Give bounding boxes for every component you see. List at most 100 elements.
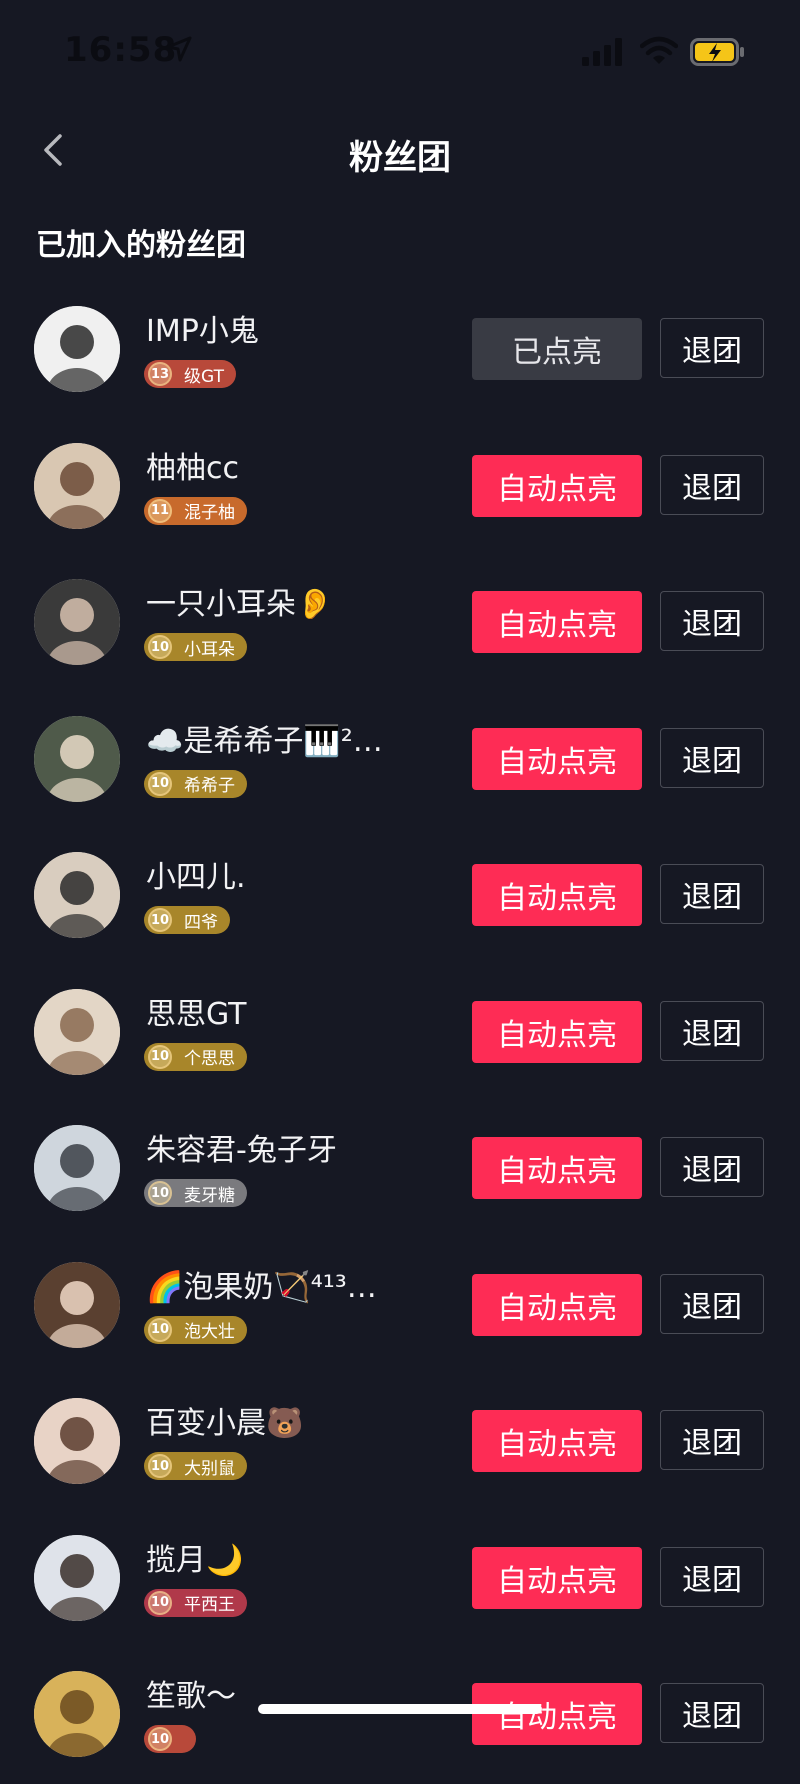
fan-badge-name: 四爷 xyxy=(184,912,218,933)
auto-light-button[interactable]: 自动点亮 xyxy=(472,591,642,653)
avatar[interactable] xyxy=(34,1261,120,1348)
fan-badge: 11 混子柚 xyxy=(144,496,247,525)
wifi-icon xyxy=(640,36,678,64)
fan-club-name: 笙歌～ xyxy=(146,1679,236,1714)
fan-badge-name: 小耳朵 xyxy=(184,639,235,660)
fan-club-name: 揽月🌙 xyxy=(146,1542,244,1578)
fan-badge: 13 级GT xyxy=(144,360,236,388)
fan-badge-name: 个思思 xyxy=(184,1049,235,1069)
fan-club-row[interactable]: 一只小耳朵👂 10 小耳朵 自动点亮 退团 xyxy=(0,555,800,692)
auto-light-button[interactable]: 自动点亮 xyxy=(472,1000,642,1063)
auto-light-button[interactable]: 自动点亮 xyxy=(472,1137,642,1199)
fan-badge: 10 大别鼠 xyxy=(144,1452,247,1480)
fan-badge-name: 希希子 xyxy=(184,776,235,796)
avatar[interactable] xyxy=(34,852,120,938)
section-title: 已加入的粉丝团 xyxy=(36,228,246,263)
quit-club-button[interactable]: 退团 xyxy=(660,1683,764,1743)
fan-club-row[interactable]: 笙歌～ 10 自动点亮 退团 xyxy=(0,1647,800,1784)
status-bar: 16:58 xyxy=(0,0,800,100)
fan-level-number: 10 xyxy=(150,1458,170,1474)
nav-bar: 粉丝团 xyxy=(0,110,800,190)
quit-club-button[interactable]: 退团 xyxy=(660,591,764,651)
fan-badge-name: 泡大壮 xyxy=(184,1322,235,1342)
fan-level-number: 10 xyxy=(150,776,170,791)
fan-club-name: 柚柚cc xyxy=(146,450,239,486)
fan-badge-name: 大别鼠 xyxy=(184,1458,235,1479)
fan-level-number: 11 xyxy=(150,503,170,518)
avatar[interactable] xyxy=(34,988,120,1075)
auto-light-button[interactable]: 自动点亮 xyxy=(472,1273,642,1336)
fan-level-heart-icon: 10 xyxy=(148,635,172,659)
fan-badge: 10 泡大壮 xyxy=(144,1315,247,1344)
fan-level-number: 10 xyxy=(150,1049,170,1064)
fan-level-number: 10 xyxy=(150,1322,170,1337)
home-indicator xyxy=(258,1704,542,1714)
avatar[interactable] xyxy=(34,1534,120,1621)
lit-button[interactable]: 已点亮 xyxy=(472,318,642,380)
quit-club-button[interactable]: 退团 xyxy=(660,454,764,515)
quit-club-button[interactable]: 退团 xyxy=(660,727,764,788)
fan-club-name: 一只小耳朵👂 xyxy=(146,587,334,622)
quit-club-button[interactable]: 退团 xyxy=(660,1137,764,1197)
avatar[interactable] xyxy=(34,442,120,529)
fan-badge-name: 麦牙糖 xyxy=(184,1185,235,1206)
fan-club-row[interactable]: ☁️是希希子🎹²… 10 希希子 自动点亮 退团 xyxy=(0,692,800,829)
fan-level-number: 13 xyxy=(150,366,170,382)
fan-club-row[interactable]: 🌈泡果奶🏹⁴¹³… 10 泡大壮 自动点亮 退团 xyxy=(0,1238,800,1375)
quit-club-button[interactable]: 退团 xyxy=(660,1273,764,1334)
fan-level-heart-icon: 10 xyxy=(148,908,172,932)
fan-club-name: ☁️是希希子🎹²… xyxy=(146,723,383,759)
quit-club-button[interactable]: 退团 xyxy=(660,318,764,378)
fan-badge-name: 平西王 xyxy=(184,1595,235,1615)
avatar[interactable] xyxy=(34,1398,120,1484)
fan-level-heart-icon: 11 xyxy=(148,498,172,523)
cellular-signal-icon xyxy=(582,38,622,66)
fan-club-row[interactable]: 小四儿. 10 四爷 自动点亮 退团 xyxy=(0,828,800,965)
auto-light-button[interactable]: 自动点亮 xyxy=(472,1683,642,1745)
fan-level-heart-icon: 10 xyxy=(148,1590,172,1615)
fan-level-heart-icon: 10 xyxy=(148,1317,172,1342)
fan-level-number: 10 xyxy=(150,1731,170,1747)
auto-light-button[interactable]: 自动点亮 xyxy=(472,864,642,926)
fan-level-heart-icon: 10 xyxy=(148,1181,172,1205)
fan-badge-name: 级GT xyxy=(184,366,224,387)
page-title: 粉丝团 xyxy=(349,138,451,178)
auto-light-button[interactable]: 自动点亮 xyxy=(472,454,642,517)
fan-level-number: 10 xyxy=(150,912,170,928)
fan-badge: 10 小耳朵 xyxy=(144,633,247,661)
fan-club-row[interactable]: 朱容君-兔子牙 10 麦牙糖 自动点亮 退团 xyxy=(0,1101,800,1238)
fan-club-row[interactable]: 百变小晨🐻 10 大别鼠 自动点亮 退团 xyxy=(0,1374,800,1511)
avatar[interactable] xyxy=(34,1671,120,1757)
fan-club-row[interactable]: 思思GT 10 个思思 自动点亮 退团 xyxy=(0,965,800,1102)
auto-light-button[interactable]: 自动点亮 xyxy=(472,727,642,790)
avatar[interactable] xyxy=(34,1125,120,1211)
fan-level-heart-icon: 13 xyxy=(148,362,172,386)
fan-club-row[interactable]: 柚柚cc 11 混子柚 自动点亮 退团 xyxy=(0,419,800,556)
quit-club-button[interactable]: 退团 xyxy=(660,1546,764,1607)
avatar[interactable] xyxy=(34,306,120,392)
fan-level-number: 10 xyxy=(150,1595,170,1610)
fan-club-row[interactable]: 揽月🌙 10 平西王 自动点亮 退团 xyxy=(0,1511,800,1648)
fan-level-number: 10 xyxy=(150,639,170,655)
fan-club-name: 🌈泡果奶🏹⁴¹³… xyxy=(146,1269,377,1305)
fan-badge: 10 希希子 xyxy=(144,769,247,798)
auto-light-button[interactable]: 自动点亮 xyxy=(472,1410,642,1472)
battery-charging-icon xyxy=(690,38,744,66)
avatar[interactable] xyxy=(34,579,120,665)
fan-level-heart-icon: 10 xyxy=(148,1454,172,1478)
auto-light-button[interactable]: 自动点亮 xyxy=(472,1546,642,1609)
fan-badge: 10 四爷 xyxy=(144,906,230,934)
fan-club-name: IMP小鬼 xyxy=(146,314,259,349)
fan-level-number: 10 xyxy=(150,1185,170,1201)
avatar[interactable] xyxy=(34,715,120,802)
fan-club-row[interactable]: IMP小鬼 13 级GT 已点亮 退团 xyxy=(0,282,800,419)
fan-level-heart-icon: 10 xyxy=(148,1044,172,1069)
fan-club-list: IMP小鬼 13 级GT 已点亮 退团 柚柚cc 11 混子柚 自动点亮 退团 xyxy=(0,282,800,1784)
fan-club-name: 朱容君-兔子牙 xyxy=(146,1133,337,1168)
location-arrow-icon xyxy=(166,36,192,62)
fan-level-heart-icon: 10 xyxy=(148,771,172,796)
quit-club-button[interactable]: 退团 xyxy=(660,1410,764,1470)
quit-club-button[interactable]: 退团 xyxy=(660,864,764,924)
quit-club-button[interactable]: 退团 xyxy=(660,1000,764,1061)
fan-club-name: 百变小晨🐻 xyxy=(146,1406,304,1441)
